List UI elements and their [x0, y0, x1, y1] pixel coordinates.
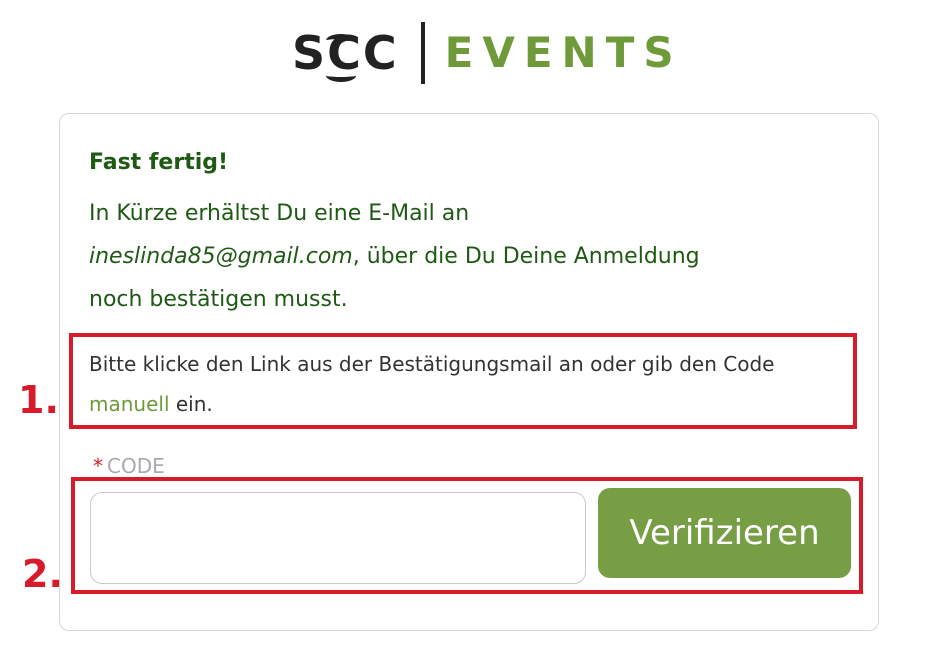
- logo-events-text: EVENTS: [444, 28, 683, 77]
- message-title: Fast fertig!: [89, 150, 229, 175]
- logo-scc-wordmark: SCC: [292, 30, 399, 82]
- code-label-text: CODE: [107, 454, 165, 478]
- logo-arc-top-icon: [326, 34, 356, 47]
- annotation-box-2: [71, 477, 863, 594]
- logo-divider: [420, 22, 425, 84]
- annotation-marker-1: 1.: [18, 378, 59, 422]
- message-line-1: In Kürze erhältst Du eine E-Mail an: [89, 201, 470, 226]
- logo-arc-bottom-icon: [326, 69, 356, 82]
- annotation-marker-2: 2.: [22, 552, 63, 596]
- message-body: In Kürze erhältst Du eine E-Mail an ines…: [89, 192, 849, 321]
- code-field-label: * CODE: [93, 454, 165, 478]
- scc-events-logo: SCC EVENTS: [292, 22, 683, 84]
- message-email: ineslinda85@gmail.com: [89, 244, 353, 269]
- message-line-3: noch bestätigen musst.: [89, 287, 348, 312]
- annotation-box-1: [69, 333, 857, 429]
- message-line-2: , über die Du Deine Anmeldung: [352, 244, 700, 269]
- required-marker: *: [93, 454, 103, 478]
- page: SCC EVENTS Fast fertig! In Kürze erhälts…: [0, 0, 940, 653]
